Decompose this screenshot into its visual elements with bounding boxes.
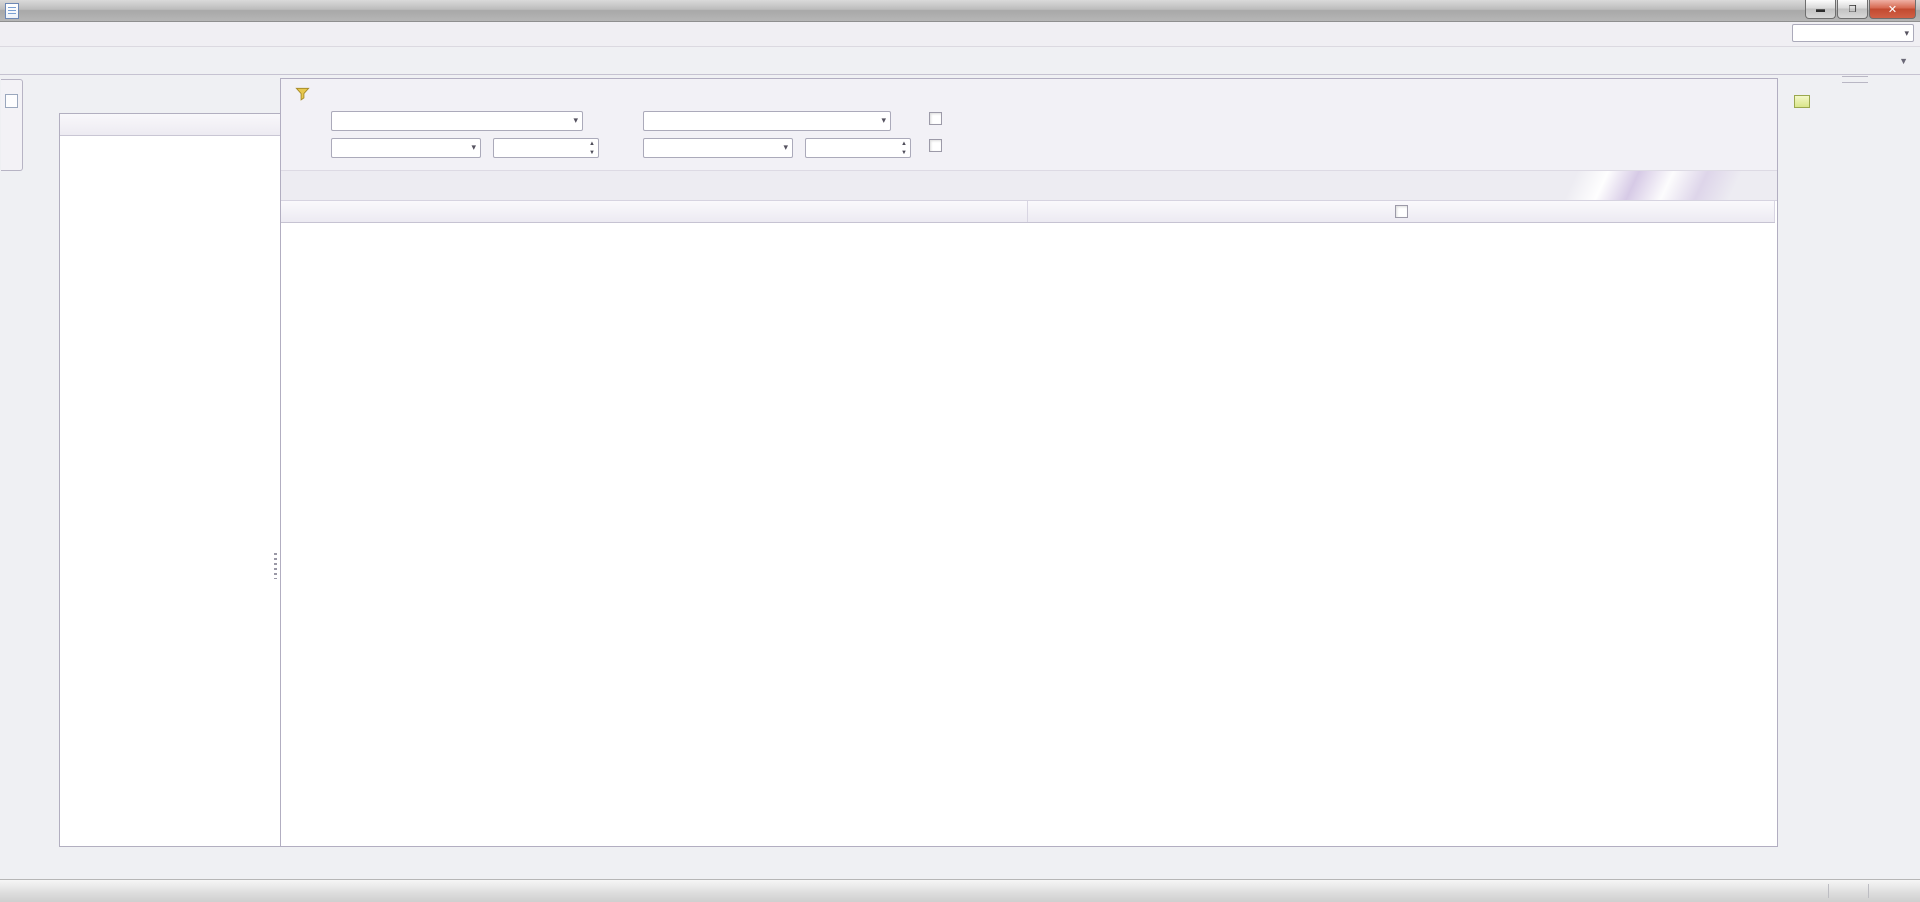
schicht-combobox[interactable] [643, 111, 891, 131]
panel-splitter[interactable] [272, 85, 279, 847]
select-column-header[interactable] [1028, 201, 1775, 223]
von-date-picker[interactable] [331, 138, 481, 158]
toolbar-options-icon[interactable]: ▼ [1899, 56, 1908, 66]
status-bar [0, 879, 1920, 902]
decorative-swoosh [1447, 171, 1777, 200]
tab-strip: ▼ [0, 47, 1920, 75]
toolbar-grip[interactable] [1842, 76, 1868, 83]
application-window: ▬ ❐ ✕ ▼ [0, 0, 1920, 900]
collapse-panel-icon[interactable] [40, 88, 53, 103]
noch-offene-checkbox[interactable] [929, 112, 942, 125]
title-bar[interactable]: ▬ ❐ ✕ [0, 0, 1920, 22]
stornierte-checkbox[interactable] [929, 139, 942, 152]
menu-formulare[interactable] [6, 32, 20, 36]
filter-funnel-icon [295, 86, 310, 101]
group-by-bar[interactable] [281, 171, 1777, 201]
workspace [0, 75, 1920, 879]
menu-bar [0, 22, 1920, 47]
app-icon [5, 3, 19, 19]
close-button[interactable]: ✕ [1869, 0, 1916, 19]
mandant-area [1780, 24, 1914, 42]
filter-title [295, 86, 316, 101]
mini-list-icon[interactable] [1794, 95, 1810, 108]
restore-button[interactable]: ❐ [1837, 0, 1868, 19]
overview-panel [280, 78, 1778, 847]
stornierte-check-row[interactable] [929, 139, 947, 152]
grid-header-row [281, 201, 1775, 223]
minimize-button[interactable]: ▬ [1805, 0, 1836, 19]
window-controls: ▬ ❐ ✕ [1804, 0, 1916, 19]
status-separator [1868, 884, 1869, 898]
select-all-checkbox[interactable] [1395, 205, 1408, 218]
activities-table [281, 201, 1775, 223]
filter-area [281, 79, 1777, 171]
von-time-spinner[interactable] [493, 138, 599, 158]
status-separator [1828, 884, 1829, 898]
vertical-tab-formulare[interactable] [1, 79, 23, 171]
noch-offene-check-row[interactable] [929, 112, 947, 125]
benutzer-combobox[interactable] [331, 111, 583, 131]
bis-time-spinner[interactable] [805, 138, 911, 158]
mandant-combobox[interactable] [1792, 24, 1914, 42]
bis-date-picker[interactable] [643, 138, 793, 158]
form-icon [5, 94, 18, 108]
right-toolbar [1792, 76, 1918, 108]
indicator-column-header [281, 201, 1028, 223]
